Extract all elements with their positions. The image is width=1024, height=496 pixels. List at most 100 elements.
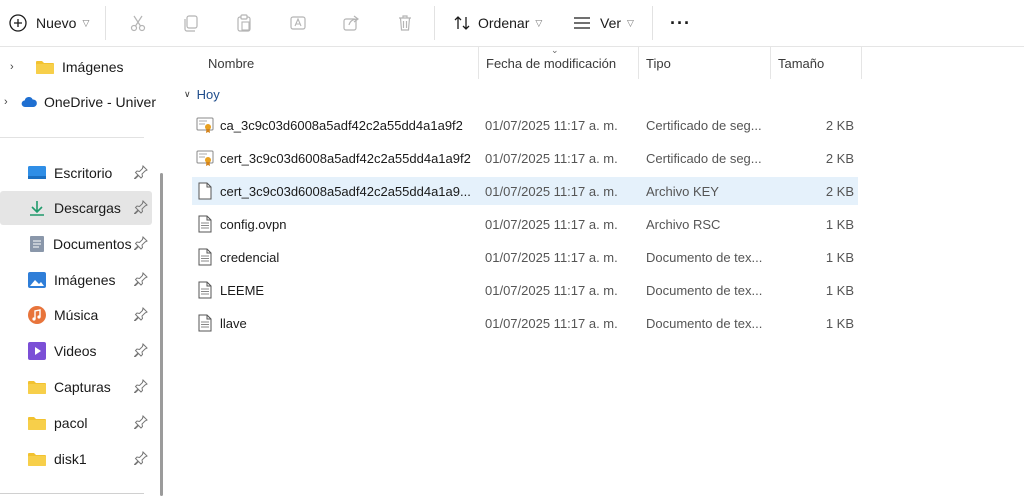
- file-name: config.ovpn: [220, 216, 287, 232]
- document-icon: [30, 236, 44, 252]
- file-row[interactable]: cert_3c9c03d6008a5adf42c2a55dd4a1a9... 0…: [192, 177, 858, 205]
- copy-icon[interactable]: [179, 11, 203, 35]
- pin-icon[interactable]: [134, 272, 148, 286]
- file-date: 01/07/2025 11:17 a. m.: [485, 150, 618, 166]
- file-name-cell: cert_3c9c03d6008a5adf42c2a55dd4a1a9...: [196, 177, 478, 205]
- column-header-label: Tipo: [646, 55, 671, 71]
- music-icon: [28, 306, 46, 324]
- paste-icon[interactable]: [232, 11, 256, 35]
- sidebar-divider: [0, 137, 144, 138]
- pin-icon[interactable]: [134, 379, 148, 393]
- file-type: Documento de tex...: [646, 315, 763, 331]
- file-date: 01/07/2025 11:17 a. m.: [485, 216, 618, 232]
- file-name-cell: config.ovpn: [196, 210, 478, 238]
- sidebar-divider: [0, 493, 144, 494]
- sidebar-item-label: Capturas: [54, 379, 111, 395]
- file-type: Documento de tex...: [646, 282, 763, 298]
- sidebar-item-label: Imágenes: [54, 272, 116, 288]
- file-row[interactable]: cert_3c9c03d6008a5adf42c2a55dd4a1a9f2 01…: [192, 144, 858, 172]
- toolbar-separator: [105, 6, 106, 40]
- file-name: cert_3c9c03d6008a5adf42c2a55dd4a1a9...: [220, 183, 471, 199]
- column-header-label: Tamaño: [778, 55, 825, 71]
- sidebar-item-videos[interactable]: Videos: [0, 334, 152, 368]
- column-header-name[interactable]: Nombre: [200, 47, 478, 79]
- share-icon[interactable]: [339, 11, 363, 35]
- sidebar-item-capturas[interactable]: Capturas: [0, 370, 152, 404]
- file-type: Archivo RSC: [646, 216, 721, 232]
- chevron-down-icon: ∨: [184, 89, 191, 99]
- sort-button[interactable]: Ordenar ▽: [452, 8, 542, 38]
- file-row[interactable]: ca_3c9c03d6008a5adf42c2a55dd4a1a9f2 01/0…: [192, 111, 858, 139]
- group-header-label: Hoy: [196, 87, 220, 102]
- file-type: Documento de tex...: [646, 249, 763, 265]
- sidebar-scrollbar[interactable]: [160, 173, 163, 496]
- column-header-size[interactable]: Tamaño: [770, 47, 861, 79]
- cut-icon[interactable]: [126, 11, 150, 35]
- file-date: 01/07/2025 11:17 a. m.: [485, 315, 618, 331]
- pictures-icon: [28, 272, 46, 288]
- navigation-pane: › Imágenes › OneDrive - Univer Escritori…: [0, 47, 160, 496]
- list-view-icon: [574, 17, 590, 29]
- file-row[interactable]: llave 01/07/2025 11:17 a. m. Documento d…: [192, 309, 858, 337]
- view-label: Ver: [600, 15, 622, 31]
- group-header-today[interactable]: ∨ Hoy: [184, 87, 220, 102]
- file-name: credencial: [220, 249, 280, 265]
- file-name: cert_3c9c03d6008a5adf42c2a55dd4a1a9f2: [220, 150, 471, 166]
- sidebar-item-pictures[interactable]: Imágenes: [0, 263, 152, 297]
- file-date: 01/07/2025 11:17 a. m.: [485, 249, 618, 265]
- column-header-date[interactable]: Fecha de modificación: [478, 47, 638, 79]
- folder-icon: [28, 417, 46, 430]
- file-row[interactable]: LEEME 01/07/2025 11:17 a. m. Documento d…: [192, 276, 858, 304]
- folder-icon: [36, 61, 54, 74]
- file-name: ca_3c9c03d6008a5adf42c2a55dd4a1a9f2: [220, 117, 463, 133]
- sort-arrows-icon: [454, 16, 470, 30]
- file-date: 01/07/2025 11:17 a. m.: [485, 183, 618, 199]
- file-size: 1 KB: [825, 315, 854, 331]
- sidebar-item-label: Música: [54, 307, 99, 323]
- desktop-icon: [28, 166, 46, 179]
- text-file-icon: [198, 215, 212, 233]
- sort-label: Ordenar: [478, 15, 530, 31]
- pin-icon[interactable]: [134, 307, 148, 321]
- view-button[interactable]: Ver ▽: [572, 8, 634, 38]
- file-size: 2 KB: [825, 150, 854, 166]
- file-name: LEEME: [220, 282, 265, 298]
- file-size: 2 KB: [825, 183, 854, 199]
- certificate-icon: [196, 150, 214, 166]
- pin-icon[interactable]: [134, 200, 148, 214]
- chevron-down-icon: ▽: [535, 17, 543, 28]
- sidebar-item-pacol[interactable]: pacol: [0, 406, 152, 440]
- delete-icon[interactable]: [393, 11, 417, 35]
- pin-icon[interactable]: [134, 451, 148, 465]
- sidebar-item-documents[interactable]: Documentos: [0, 227, 152, 261]
- column-divider[interactable]: [861, 47, 862, 79]
- column-header-type[interactable]: Tipo: [638, 47, 770, 79]
- pin-icon[interactable]: [134, 236, 148, 250]
- sidebar-item-desktop[interactable]: Escritorio: [0, 156, 152, 190]
- pin-icon[interactable]: [134, 165, 148, 179]
- pin-icon[interactable]: [134, 415, 148, 429]
- chevron-right-icon: ›: [4, 96, 8, 108]
- sidebar-item-music[interactable]: Música: [0, 298, 152, 332]
- onedrive-cloud-icon: [21, 96, 38, 108]
- sidebar-item-downloads[interactable]: Descargas: [0, 191, 152, 225]
- new-button[interactable]: Nuevo ▽: [8, 8, 89, 38]
- file-type: Certificado de seg...: [646, 117, 762, 133]
- file-date: 01/07/2025 11:17 a. m.: [485, 282, 618, 298]
- sidebar-tree-item-onedrive[interactable]: › OneDrive - Univer: [4, 85, 156, 119]
- sidebar-tree-item-images[interactable]: › Imágenes: [10, 50, 162, 84]
- rename-icon[interactable]: [286, 11, 310, 35]
- toolbar-separator: [652, 6, 653, 40]
- file-size: 2 KB: [825, 117, 854, 133]
- more-options-button[interactable]: ···: [670, 8, 691, 38]
- text-file-icon: [198, 248, 212, 266]
- sidebar-item-disk1[interactable]: disk1: [0, 442, 152, 476]
- file-row[interactable]: credencial 01/07/2025 11:17 a. m. Docume…: [192, 243, 858, 271]
- file-name-cell: cert_3c9c03d6008a5adf42c2a55dd4a1a9f2: [196, 144, 478, 172]
- sidebar-item-label: Videos: [54, 343, 97, 359]
- sidebar-item-label: Escritorio: [54, 165, 113, 181]
- pin-icon[interactable]: [134, 343, 148, 357]
- file-list: ⌄ Nombre Fecha de modificación Tipo Tama…: [170, 45, 1024, 496]
- file-row[interactable]: config.ovpn 01/07/2025 11:17 a. m. Archi…: [192, 210, 858, 238]
- blank-file-icon: [198, 182, 212, 200]
